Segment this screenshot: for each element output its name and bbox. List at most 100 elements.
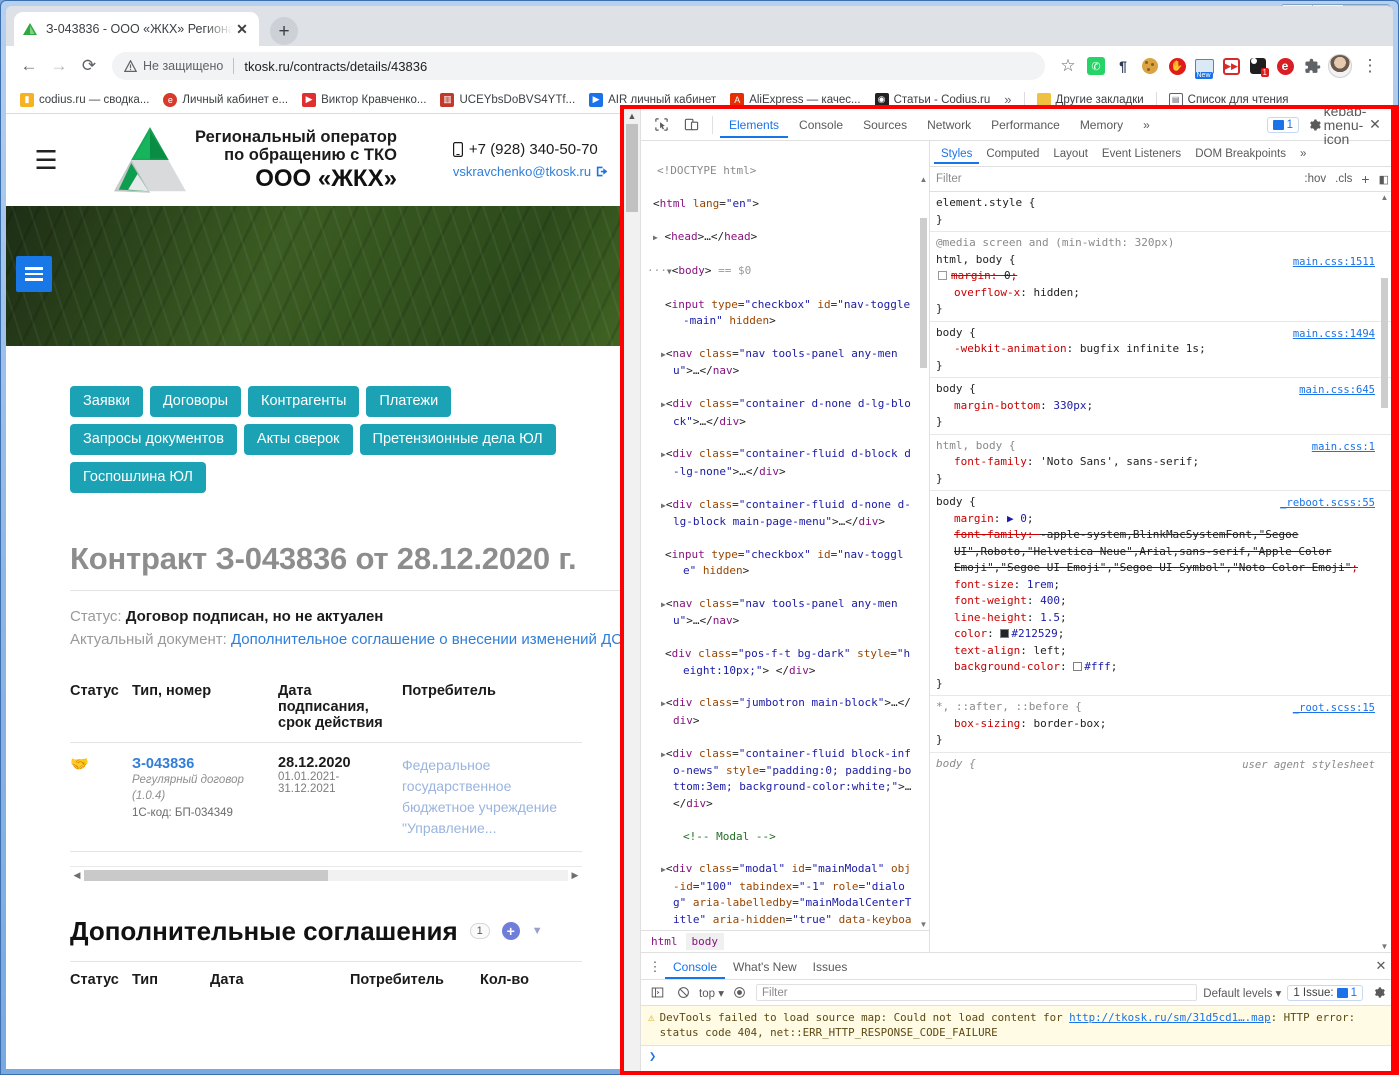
- nav-button-zaprosy-dokumentov[interactable]: Запросы документов: [70, 424, 237, 455]
- bookmark-star-icon[interactable]: ☆: [1053, 51, 1083, 81]
- css-rule-html-body-media[interactable]: @media screen and (min-width: 320px) htm…: [930, 232, 1395, 322]
- css-source-link[interactable]: main.css:1: [1312, 439, 1375, 456]
- css-rule-element-style[interactable]: element.style { }: [930, 192, 1395, 232]
- caret-down-icon[interactable]: ▼: [532, 925, 543, 937]
- browser-tab[interactable]: З-043836 - ООО «ЖКХ» Региональ ✕: [14, 12, 259, 46]
- close-icon[interactable]: ✕: [1361, 112, 1389, 138]
- css-rule-body-1494[interactable]: body { main.css:1494 -webkit-animation: …: [930, 322, 1395, 378]
- back-icon[interactable]: ←: [14, 51, 44, 81]
- styles-tabs-overflow-icon[interactable]: »: [1293, 143, 1313, 164]
- address-bar[interactable]: Не защищено tkosk.ru/contracts/details/4…: [112, 52, 1045, 80]
- nav-button-kontragenty[interactable]: Контрагенты: [248, 386, 360, 417]
- cookie-extension-icon[interactable]: [1137, 53, 1163, 79]
- tab-memory[interactable]: Memory: [1071, 111, 1132, 138]
- tab-computed[interactable]: Computed: [979, 143, 1046, 164]
- console-levels-selector[interactable]: Default levels ▾: [1203, 986, 1281, 1000]
- site-burger-icon[interactable]: ☰: [26, 145, 66, 176]
- new-tab-button[interactable]: +: [270, 17, 298, 45]
- scrollbar-down-arrow-icon[interactable]: ▼: [918, 919, 929, 930]
- scroll-left-arrow-icon[interactable]: ◀: [70, 870, 84, 881]
- adblock-extension-icon[interactable]: ✋: [1164, 53, 1190, 79]
- scrollbar-down-arrow-icon[interactable]: ▼: [1379, 941, 1390, 952]
- nav-button-akty-sverok[interactable]: Акты сверок: [243, 424, 353, 455]
- consumer-link[interactable]: Федеральное государственное бюджетное уч…: [402, 757, 557, 836]
- table-horizontal-scrollbar[interactable]: ◀ ▶: [70, 865, 582, 882]
- fastforward-extension-icon[interactable]: ▶▶: [1218, 53, 1244, 79]
- scrollbar-thumb[interactable]: [626, 124, 638, 212]
- gear-icon[interactable]: [1369, 983, 1389, 1003]
- drawer-kebab-icon[interactable]: ⋮: [645, 960, 665, 973]
- css-rules-list[interactable]: element.style { } @media screen and (min…: [930, 192, 1395, 952]
- screenshot-extension-icon[interactable]: New: [1191, 53, 1217, 79]
- nav-button-platezhi[interactable]: Платежи: [366, 386, 452, 417]
- nav-button-gosposhlina[interactable]: Госпошлина ЮЛ: [70, 462, 206, 493]
- css-source-link[interactable]: main.css:1494: [1293, 326, 1375, 343]
- whatsapp-extension-icon[interactable]: ✆: [1083, 53, 1109, 79]
- css-source-link[interactable]: main.css:645: [1299, 382, 1375, 399]
- cls-toggle[interactable]: .cls: [1335, 173, 1352, 185]
- css-source-link[interactable]: main.css:1511: [1293, 254, 1375, 271]
- console-sidebar-icon[interactable]: [647, 983, 667, 1003]
- console-filter-input[interactable]: Filter: [755, 984, 1198, 1001]
- css-source-link[interactable]: _root.scss:15: [1293, 700, 1375, 717]
- contract-number-link[interactable]: З-043836: [132, 756, 194, 772]
- nav-button-zayavki[interactable]: Заявки: [70, 386, 143, 417]
- forward-icon[interactable]: →: [44, 51, 74, 81]
- tab-performance[interactable]: Performance: [982, 111, 1069, 138]
- console-message-link[interactable]: http://tkosk.ru/sm/31d5cd1….map: [1069, 1011, 1271, 1024]
- hamburger-menu-icon[interactable]: [16, 256, 52, 292]
- bookmark-item[interactable]: ▶ Виктор Кравченко...: [296, 91, 432, 109]
- hov-toggle[interactable]: :hov: [1304, 173, 1326, 185]
- email-row[interactable]: vskravchenko@tkosk.ru: [453, 162, 609, 182]
- scroll-right-arrow-icon[interactable]: ▶: [568, 870, 582, 881]
- css-source-link[interactable]: _reboot.scss:55: [1280, 495, 1375, 512]
- drawer-tab-issues[interactable]: Issues: [805, 954, 856, 979]
- dom-tree-scrollbar[interactable]: ▲ ▼: [918, 141, 929, 930]
- pilcrow-extension-icon[interactable]: ¶: [1110, 53, 1136, 79]
- clear-console-icon[interactable]: [673, 983, 693, 1003]
- bookmark-item[interactable]: ▥ UCEYbsDoBVS4YTf...: [434, 91, 581, 109]
- console-issues-badge[interactable]: 1 Issue: 1: [1287, 984, 1363, 1001]
- chrome-menu-icon[interactable]: ⋮: [1355, 51, 1385, 81]
- bookmark-item[interactable]: e Личный кабинет е...: [157, 91, 294, 109]
- scrollbar-thumb[interactable]: [920, 217, 927, 368]
- device-toolbar-icon[interactable]: [677, 112, 705, 138]
- site-logo[interactable]: Региональный оператор по обращению с ТКО…: [111, 124, 397, 196]
- tab-sources[interactable]: Sources: [854, 111, 916, 138]
- console-context-selector[interactable]: top ▾: [699, 986, 724, 1000]
- tab-network[interactable]: Network: [918, 111, 980, 138]
- notes-extension-icon[interactable]: 1: [1245, 53, 1271, 79]
- inspect-element-icon[interactable]: [647, 112, 675, 138]
- scrollbar-up-arrow-icon[interactable]: ▲: [1379, 192, 1390, 203]
- page-scrollbar[interactable]: ▲: [624, 109, 641, 1071]
- css-rule-html-body-main1[interactable]: html, body { main.css:1 font-family: 'No…: [930, 435, 1395, 491]
- scrollbar-up-arrow-icon[interactable]: ▲: [624, 109, 640, 124]
- tab-close-icon[interactable]: ✕: [233, 20, 251, 38]
- sidebar-toggle-icon[interactable]: ◧: [1379, 173, 1389, 186]
- css-rule-body-reboot[interactable]: body { _reboot.scss:55 margin: ▶ 0; font…: [930, 491, 1395, 696]
- issues-badge[interactable]: 1: [1266, 116, 1299, 133]
- drawer-tab-console[interactable]: Console: [665, 954, 725, 979]
- css-rule-body-645[interactable]: body { main.css:645 margin-bottom: 330px…: [930, 378, 1395, 435]
- profile-avatar[interactable]: [1325, 51, 1355, 81]
- kebab-menu-icon[interactable]: kebab-menu-icon: [1324, 109, 1367, 146]
- plus-circle-icon[interactable]: +: [501, 922, 520, 940]
- tab-dom-breakpoints[interactable]: DOM Breakpoints: [1188, 143, 1293, 164]
- css-rule-user-agent[interactable]: body { user agent stylesheet: [930, 753, 1395, 776]
- reload-icon[interactable]: ⟳: [74, 51, 104, 81]
- nav-button-dogovory[interactable]: Договоры: [149, 386, 242, 417]
- tab-layout[interactable]: Layout: [1046, 143, 1095, 164]
- bookmark-item[interactable]: ▮ codius.ru — сводка...: [14, 91, 155, 109]
- styles-filter-input[interactable]: Filter: [936, 173, 1295, 185]
- tab-elements[interactable]: Elements: [720, 111, 788, 138]
- dom-tree[interactable]: <!DOCTYPE html> <html lang="en"> ▶ <head…: [641, 141, 929, 930]
- drawer-tab-whats-new[interactable]: What's New: [725, 954, 805, 979]
- edge-extension-icon[interactable]: e: [1272, 53, 1298, 79]
- nav-button-pretenzionnye-dela[interactable]: Претензионные дела ЮЛ: [359, 424, 556, 455]
- tab-event-listeners[interactable]: Event Listeners: [1095, 143, 1188, 164]
- logout-icon[interactable]: [596, 165, 609, 178]
- console-prompt[interactable]: ❯: [641, 1046, 1395, 1066]
- puzzle-extensions-icon[interactable]: [1299, 53, 1325, 79]
- css-rule-universal-root[interactable]: *, ::after, ::before { _root.scss:15 box…: [930, 696, 1395, 753]
- breadcrumb-html[interactable]: html: [645, 933, 684, 950]
